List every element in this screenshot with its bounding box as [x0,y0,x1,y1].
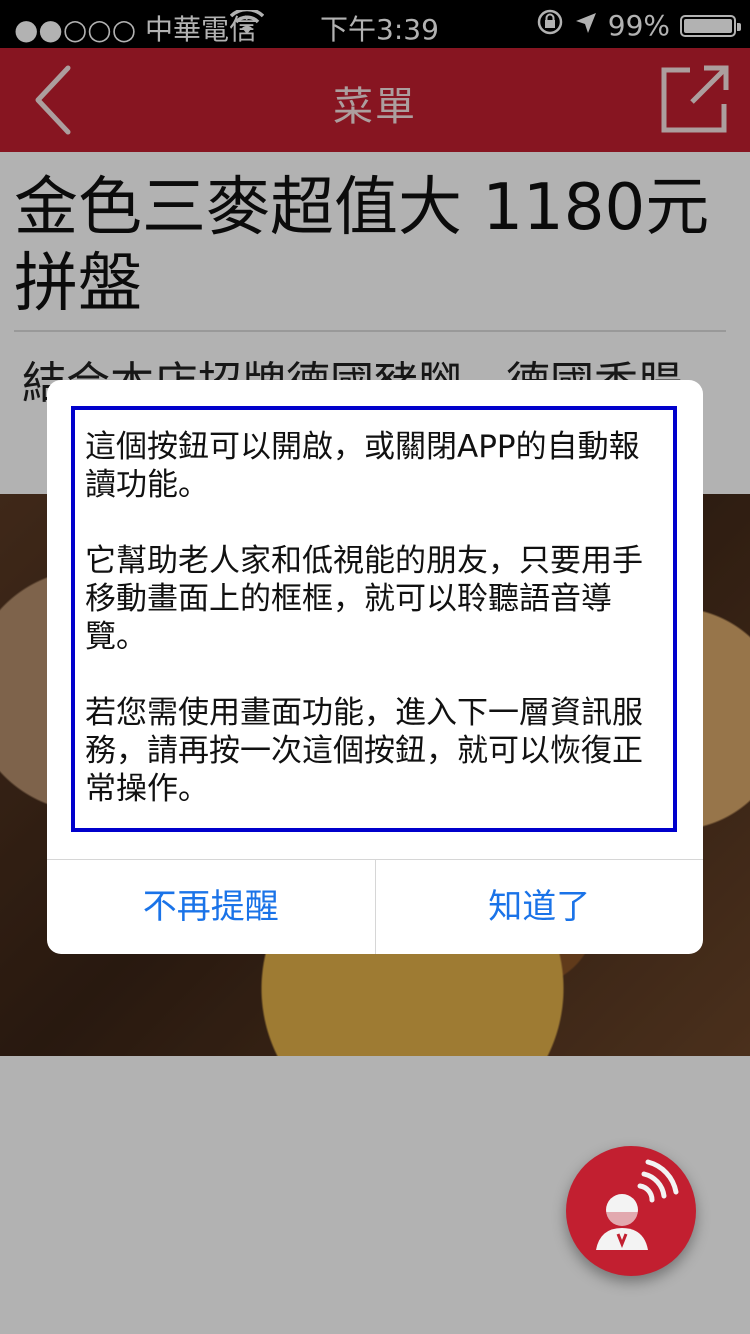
dialog-paragraph: 這個按鈕可以開啟，或關閉APP的自動報讀功能。 [85,429,640,503]
dialog-paragraph: 它幫助老人家和低視能的朋友，只要用手移動畫面上的框框，就可以聆聽語音導覽。 [85,543,643,655]
dialog-actions: 不再提醒 知道了 [47,859,703,954]
voice-guide-button[interactable] [566,1146,696,1276]
dialog-message: 這個按鈕可以開啟，或關閉APP的自動報讀功能。 它幫助老人家和低視能的朋友，只要… [71,406,677,832]
got-it-button[interactable]: 知道了 [374,860,704,954]
accessibility-alert-dialog: 這個按鈕可以開啟，或關閉APP的自動報讀功能。 它幫助老人家和低視能的朋友，只要… [47,380,703,954]
voice-guide-icon [596,1159,679,1250]
dialog-paragraph: 若您需使用畫面功能，進入下一層資訊服務，請再按一次這個按鈕，就可以恢復正常操作。 [85,695,643,807]
dont-remind-button[interactable]: 不再提醒 [47,860,375,954]
